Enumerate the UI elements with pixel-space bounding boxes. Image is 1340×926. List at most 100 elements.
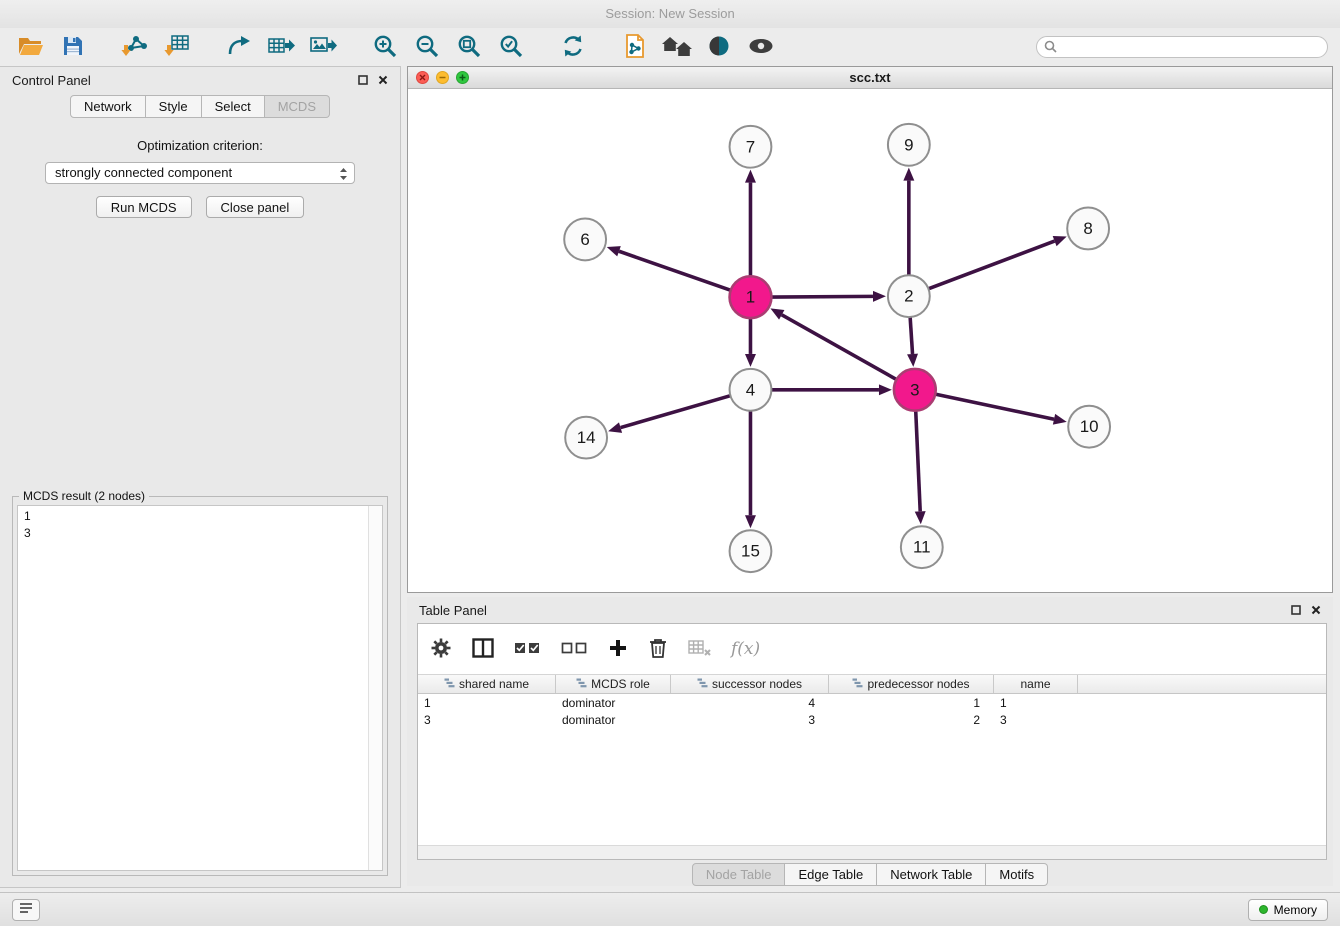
close-window-icon[interactable]	[416, 71, 429, 84]
cell-predecessor-nodes[interactable]: 2	[829, 713, 994, 727]
run-mcds-button[interactable]: Run MCDS	[96, 196, 192, 218]
save-session-button[interactable]	[52, 31, 94, 63]
select-all-checkboxes-icon	[514, 639, 541, 660]
open-session-button[interactable]	[10, 31, 52, 63]
delete-column-button[interactable]	[648, 637, 668, 662]
tab-style[interactable]: Style	[146, 95, 202, 118]
columns-icon	[472, 638, 494, 661]
control-panel-title: Control Panel	[12, 73, 91, 88]
close-panel-icon[interactable]	[378, 75, 388, 85]
column-header-predecessor-nodes[interactable]: predecessor nodes	[829, 675, 994, 693]
tab-mcds[interactable]: MCDS	[265, 95, 330, 118]
log-console-button[interactable]	[12, 899, 40, 921]
horizontal-scrollbar[interactable]	[418, 845, 1326, 859]
table-settings-button[interactable]	[430, 637, 452, 662]
graph-node-label-4: 4	[746, 380, 755, 399]
export-table-button[interactable]	[260, 31, 302, 63]
cell-successor-nodes[interactable]: 3	[671, 713, 829, 727]
tab-network[interactable]: Network	[70, 95, 146, 118]
mcds-result-box: MCDS result (2 nodes) 1 3	[12, 496, 388, 876]
new-network-from-selection-button[interactable]	[614, 31, 656, 63]
tab-select[interactable]: Select	[202, 95, 265, 118]
memory-button[interactable]: Memory	[1248, 899, 1328, 921]
network-window-titlebar[interactable]: scc.txt	[408, 67, 1332, 89]
column-header-name[interactable]: name	[994, 675, 1078, 693]
delete-table-button[interactable]	[688, 639, 711, 660]
graph-edge-3-10[interactable]	[935, 394, 1054, 419]
control-panel-header: Control Panel	[0, 67, 400, 93]
show-hide-button[interactable]	[740, 31, 782, 63]
cell-predecessor-nodes[interactable]: 1	[829, 696, 994, 710]
show-columns-button[interactable]	[472, 638, 494, 661]
tab-motifs[interactable]: Motifs	[986, 863, 1048, 886]
mcds-result-title: MCDS result (2 nodes)	[19, 489, 149, 503]
close-panel-button[interactable]: Close panel	[206, 196, 305, 218]
status-bar: Memory	[0, 892, 1340, 926]
criterion-dropdown[interactable]: strongly connected component	[45, 162, 355, 184]
export-image-button[interactable]	[302, 31, 344, 63]
cell-shared-name[interactable]: 1	[418, 696, 556, 710]
first-neighbors-button[interactable]	[656, 31, 698, 63]
import-network-button[interactable]	[114, 31, 156, 63]
zoom-in-button[interactable]	[364, 31, 406, 63]
minimize-window-icon[interactable]	[436, 71, 449, 84]
window-titlebar[interactable]: Session: New Session	[0, 0, 1340, 28]
select-all-columns-button[interactable]	[514, 639, 541, 660]
zoom-out-button[interactable]	[406, 31, 448, 63]
cell-mcds-role[interactable]: dominator	[556, 713, 671, 727]
deselect-checkboxes-icon	[561, 639, 588, 660]
deselect-all-columns-button[interactable]	[561, 639, 588, 660]
cell-name[interactable]: 1	[994, 696, 1078, 710]
graph-edge-3-11[interactable]	[916, 411, 920, 512]
network-canvas[interactable]: 7968124314101511	[408, 89, 1332, 592]
trash-icon	[648, 637, 668, 662]
float-table-panel-icon[interactable]	[1291, 605, 1301, 615]
graph-edge-2-3[interactable]	[910, 317, 912, 354]
zoom-group	[364, 31, 532, 63]
graph-edge-arrowhead	[745, 354, 756, 367]
style-icon	[706, 33, 732, 62]
table-panel-tabs: Node Table Edge Table Network Table Moti…	[407, 863, 1333, 886]
result-scrollbar[interactable]	[368, 506, 382, 870]
graph-node-label-6: 6	[580, 230, 589, 249]
graph-edge-2-8[interactable]	[928, 241, 1054, 289]
table-toolbar: f(x)	[418, 624, 1326, 674]
column-header-shared-name[interactable]: shared name	[418, 675, 556, 693]
tab-network-table[interactable]: Network Table	[877, 863, 986, 886]
graph-edge-4-14[interactable]	[621, 396, 731, 428]
mcds-result-area[interactable]: 1 3	[17, 505, 383, 871]
graph-edge-1-6[interactable]	[619, 251, 731, 290]
eye-icon	[746, 33, 776, 62]
style-button[interactable]	[698, 31, 740, 63]
traffic-lights	[416, 71, 469, 84]
export-network-button[interactable]	[218, 31, 260, 63]
zoom-selected-button[interactable]	[490, 31, 532, 63]
function-builder-button[interactable]: f(x)	[731, 639, 760, 659]
zoom-fit-button[interactable]	[448, 31, 490, 63]
table-row[interactable]: 1 dominator 4 1 1	[418, 694, 1326, 711]
graph-edge-arrowhead	[745, 170, 756, 183]
close-table-panel-icon[interactable]	[1311, 605, 1321, 615]
zoom-in-icon	[372, 33, 398, 62]
import-table-button[interactable]	[156, 31, 198, 63]
tab-edge-table[interactable]: Edge Table	[785, 863, 877, 886]
maximize-window-icon[interactable]	[456, 71, 469, 84]
column-header-mcds-role[interactable]: MCDS role	[556, 675, 671, 693]
export-group	[218, 31, 344, 63]
tab-node-table[interactable]: Node Table	[692, 863, 786, 886]
refresh-layout-button[interactable]	[552, 31, 594, 63]
graph-node-label-2: 2	[904, 287, 913, 306]
column-header-successor-nodes[interactable]: successor nodes	[671, 675, 829, 693]
cell-successor-nodes[interactable]: 4	[671, 696, 829, 710]
graph-edge-1-2[interactable]	[771, 296, 873, 297]
search-input[interactable]	[1036, 36, 1328, 58]
cell-shared-name[interactable]: 3	[418, 713, 556, 727]
float-panel-icon[interactable]	[358, 75, 368, 85]
add-column-button[interactable]	[608, 638, 628, 661]
cell-name[interactable]: 3	[994, 713, 1078, 727]
cell-mcds-role[interactable]: dominator	[556, 696, 671, 710]
column-type-icon	[852, 677, 863, 691]
search-icon	[1044, 40, 1057, 58]
graph-edge-3-1[interactable]	[782, 315, 897, 380]
table-row[interactable]: 3 dominator 3 2 3	[418, 711, 1326, 728]
